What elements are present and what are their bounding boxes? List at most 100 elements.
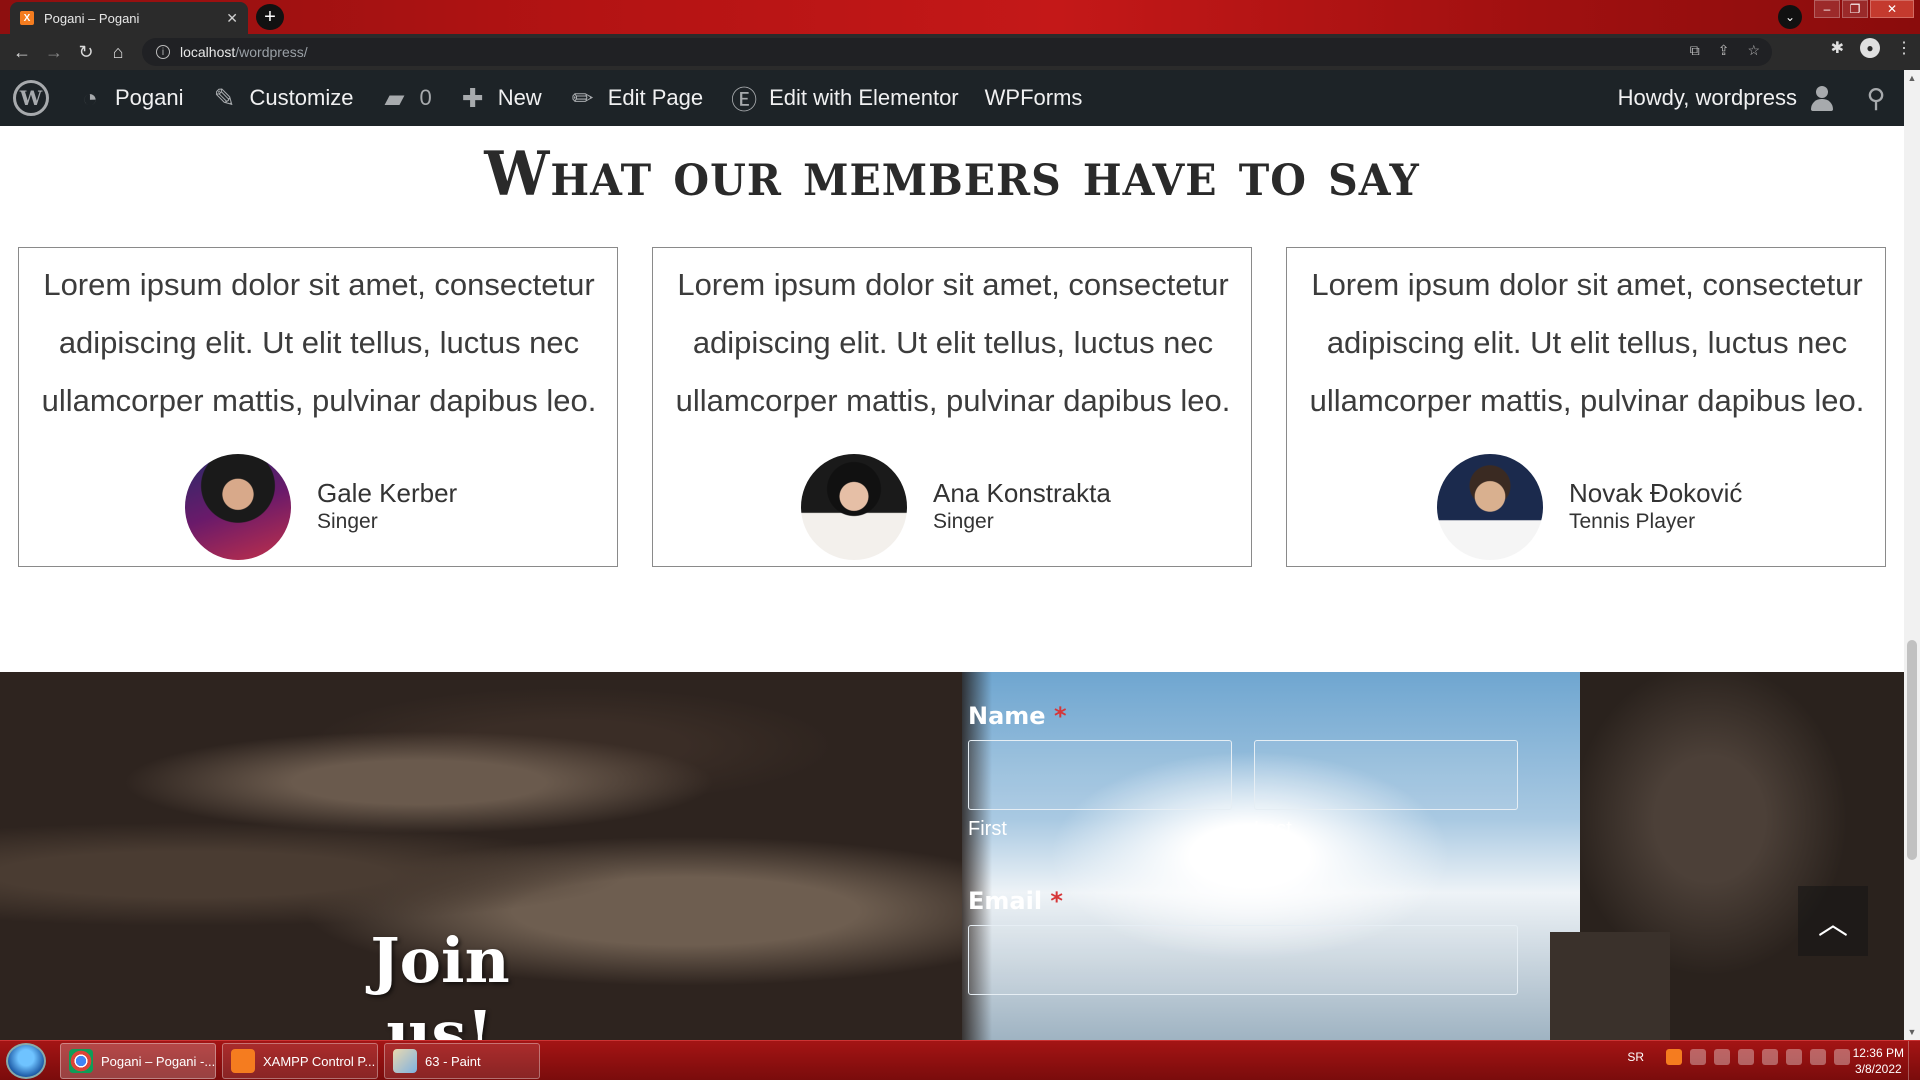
testimonial-card: Lorem ipsum dolor sit amet, consectetur … bbox=[652, 247, 1252, 567]
avatar bbox=[1437, 454, 1543, 560]
background-tower bbox=[1550, 932, 1670, 1040]
xampp-icon bbox=[231, 1049, 255, 1073]
system-clock[interactable]: 12:36 PM 3/8/2022 bbox=[1853, 1045, 1904, 1077]
new-tab-button[interactable]: + bbox=[256, 4, 284, 30]
chrome-icon bbox=[69, 1049, 93, 1073]
scrollbar-thumb[interactable] bbox=[1907, 640, 1917, 860]
reload-icon[interactable]: ↻ bbox=[70, 36, 102, 68]
pencil-icon: ✏ bbox=[571, 82, 594, 113]
testimonials-heading: What our members have to say bbox=[484, 138, 1420, 210]
browser-menu-icon[interactable]: ⋮ bbox=[1896, 38, 1912, 58]
search-icon: ⚲ bbox=[1866, 82, 1886, 113]
paint-icon bbox=[393, 1049, 417, 1073]
volume-tray-icon[interactable] bbox=[1834, 1049, 1850, 1065]
name-label-text: Name bbox=[968, 702, 1046, 730]
new-content-menu[interactable]: ✚ New bbox=[445, 70, 555, 126]
extensions-icon[interactable]: ✱ bbox=[1831, 38, 1844, 58]
email-label-text: Email bbox=[968, 887, 1043, 915]
testimonial-quote: Lorem ipsum dolor sit amet, consectetur … bbox=[1309, 267, 1865, 418]
home-icon[interactable]: ⌂ bbox=[102, 36, 134, 68]
chevron-up-icon: ︿ bbox=[1818, 908, 1848, 941]
site-info-icon[interactable]: i bbox=[156, 45, 170, 59]
windows-taskbar: Pogani – Pogani -... XAMPP Control P... … bbox=[0, 1040, 1920, 1080]
forward-arrow-icon[interactable]: → bbox=[38, 36, 70, 68]
paintbrush-icon: ✎ bbox=[213, 82, 236, 113]
browser-tab[interactable]: X Pogani – Pogani ✕ bbox=[10, 2, 248, 34]
translate-icon[interactable]: ⧉ bbox=[1690, 42, 1700, 59]
last-name-field[interactable] bbox=[1254, 740, 1518, 810]
join-title: Join us! bbox=[370, 924, 510, 1040]
battery-tray-icon[interactable] bbox=[1810, 1049, 1826, 1065]
required-mark: * bbox=[1050, 887, 1063, 915]
testimonial-role: Singer bbox=[933, 510, 994, 533]
maximize-button[interactable]: ❐ bbox=[1842, 0, 1868, 18]
new-label: New bbox=[497, 85, 542, 110]
comment-bubble-icon: ▰ bbox=[384, 82, 405, 113]
minimize-button[interactable]: – bbox=[1814, 0, 1840, 18]
elementor-icon: Ⓔ bbox=[731, 84, 758, 115]
dashboard-icon: ◔ bbox=[82, 82, 98, 113]
customize-menu[interactable]: ✎ Customize bbox=[197, 70, 367, 126]
tab-search-button[interactable]: ⌄ bbox=[1778, 5, 1802, 29]
clock-date: 3/8/2022 bbox=[1854, 1062, 1902, 1076]
start-button[interactable] bbox=[6, 1043, 46, 1079]
address-bar[interactable]: i localhost/wordpress/ ⧉ ⇪ ☆ bbox=[142, 38, 1772, 66]
howdy-label: Howdy, wordpress bbox=[1617, 85, 1797, 110]
page-content: What our members have to say Lorem ipsum… bbox=[0, 126, 1904, 1040]
testimonial-name: Ana Konstrakta bbox=[933, 478, 1111, 508]
scroll-up-arrow-icon[interactable]: ▲ bbox=[1904, 70, 1920, 86]
admin-search-button[interactable]: ⚲ bbox=[1848, 70, 1904, 126]
close-window-button[interactable]: ✕ bbox=[1870, 0, 1914, 18]
system-tray: SR bbox=[1627, 1049, 1850, 1065]
user-avatar-icon bbox=[1809, 85, 1835, 111]
taskbar-item-paint[interactable]: 63 - Paint bbox=[384, 1043, 540, 1079]
url-host: localhost bbox=[180, 44, 236, 60]
avatar bbox=[185, 454, 291, 560]
xampp-favicon-icon: X bbox=[20, 11, 34, 25]
email-field[interactable] bbox=[968, 925, 1518, 995]
wp-logo-menu[interactable]: W bbox=[0, 70, 62, 126]
network-tray-icon[interactable] bbox=[1714, 1049, 1730, 1065]
shield-tray-icon[interactable] bbox=[1690, 1049, 1706, 1065]
back-arrow-icon[interactable]: ← bbox=[6, 36, 38, 68]
testimonial-quote: Lorem ipsum dolor sit amet, consectetur … bbox=[675, 267, 1231, 418]
my-account-menu[interactable]: Howdy, wordpress bbox=[1605, 70, 1848, 126]
taskbar-item-xampp[interactable]: XAMPP Control P... bbox=[222, 1043, 378, 1079]
bookmark-star-icon[interactable]: ☆ bbox=[1747, 42, 1760, 59]
flag-tray-icon[interactable] bbox=[1786, 1049, 1802, 1065]
usb-tray-icon[interactable] bbox=[1738, 1049, 1754, 1065]
wpforms-menu[interactable]: WPForms bbox=[972, 70, 1096, 126]
comments-menu[interactable]: ▰ 0 bbox=[366, 70, 444, 126]
testimonials-grid: Lorem ipsum dolor sit amet, consectetur … bbox=[18, 247, 1886, 567]
email-label: Email * bbox=[968, 887, 1528, 915]
page-scrollbar[interactable]: ▲ ▼ bbox=[1904, 70, 1920, 1040]
share-icon[interactable]: ⇪ bbox=[1718, 42, 1730, 59]
first-name-field[interactable] bbox=[968, 740, 1232, 810]
tab-title: Pogani – Pogani bbox=[44, 10, 140, 26]
edit-page-label: Edit Page bbox=[607, 85, 704, 110]
required-mark: * bbox=[1053, 702, 1067, 730]
url-path: /wordpress/ bbox=[235, 44, 308, 60]
edit-elementor-menu[interactable]: Ⓔ Edit with Elementor bbox=[716, 70, 972, 126]
edit-page-menu[interactable]: ✏ Edit Page bbox=[555, 70, 716, 126]
display-tray-icon[interactable] bbox=[1762, 1049, 1778, 1065]
site-name-label: Pogani bbox=[115, 85, 184, 110]
testimonial-person: Gale Kerber Singer bbox=[185, 454, 457, 560]
taskbar-item-label: Pogani – Pogani -... bbox=[101, 1053, 216, 1069]
scroll-down-arrow-icon[interactable]: ▼ bbox=[1904, 1024, 1920, 1040]
testimonial-person: Novak Đoković Tennis Player bbox=[1437, 454, 1742, 560]
scroll-to-top-button[interactable]: ︿ bbox=[1798, 886, 1868, 956]
customize-label: Customize bbox=[249, 85, 354, 110]
testimonial-role: Singer bbox=[317, 510, 378, 533]
show-desktop-button[interactable] bbox=[1908, 1041, 1920, 1080]
taskbar-item-chrome[interactable]: Pogani – Pogani -... bbox=[60, 1043, 216, 1079]
plus-icon: ✚ bbox=[461, 82, 484, 113]
site-name-menu[interactable]: ◔ Pogani bbox=[62, 70, 197, 126]
profile-icon[interactable]: ● bbox=[1860, 38, 1880, 58]
signup-form: Name * First Last Email * bbox=[968, 702, 1528, 995]
language-indicator[interactable]: SR bbox=[1627, 1050, 1644, 1064]
edit-elementor-label: Edit with Elementor bbox=[769, 85, 959, 110]
wordpress-logo-icon: W bbox=[13, 80, 49, 116]
tab-close-icon[interactable]: ✕ bbox=[226, 10, 238, 27]
xampp-tray-icon[interactable] bbox=[1666, 1049, 1682, 1065]
